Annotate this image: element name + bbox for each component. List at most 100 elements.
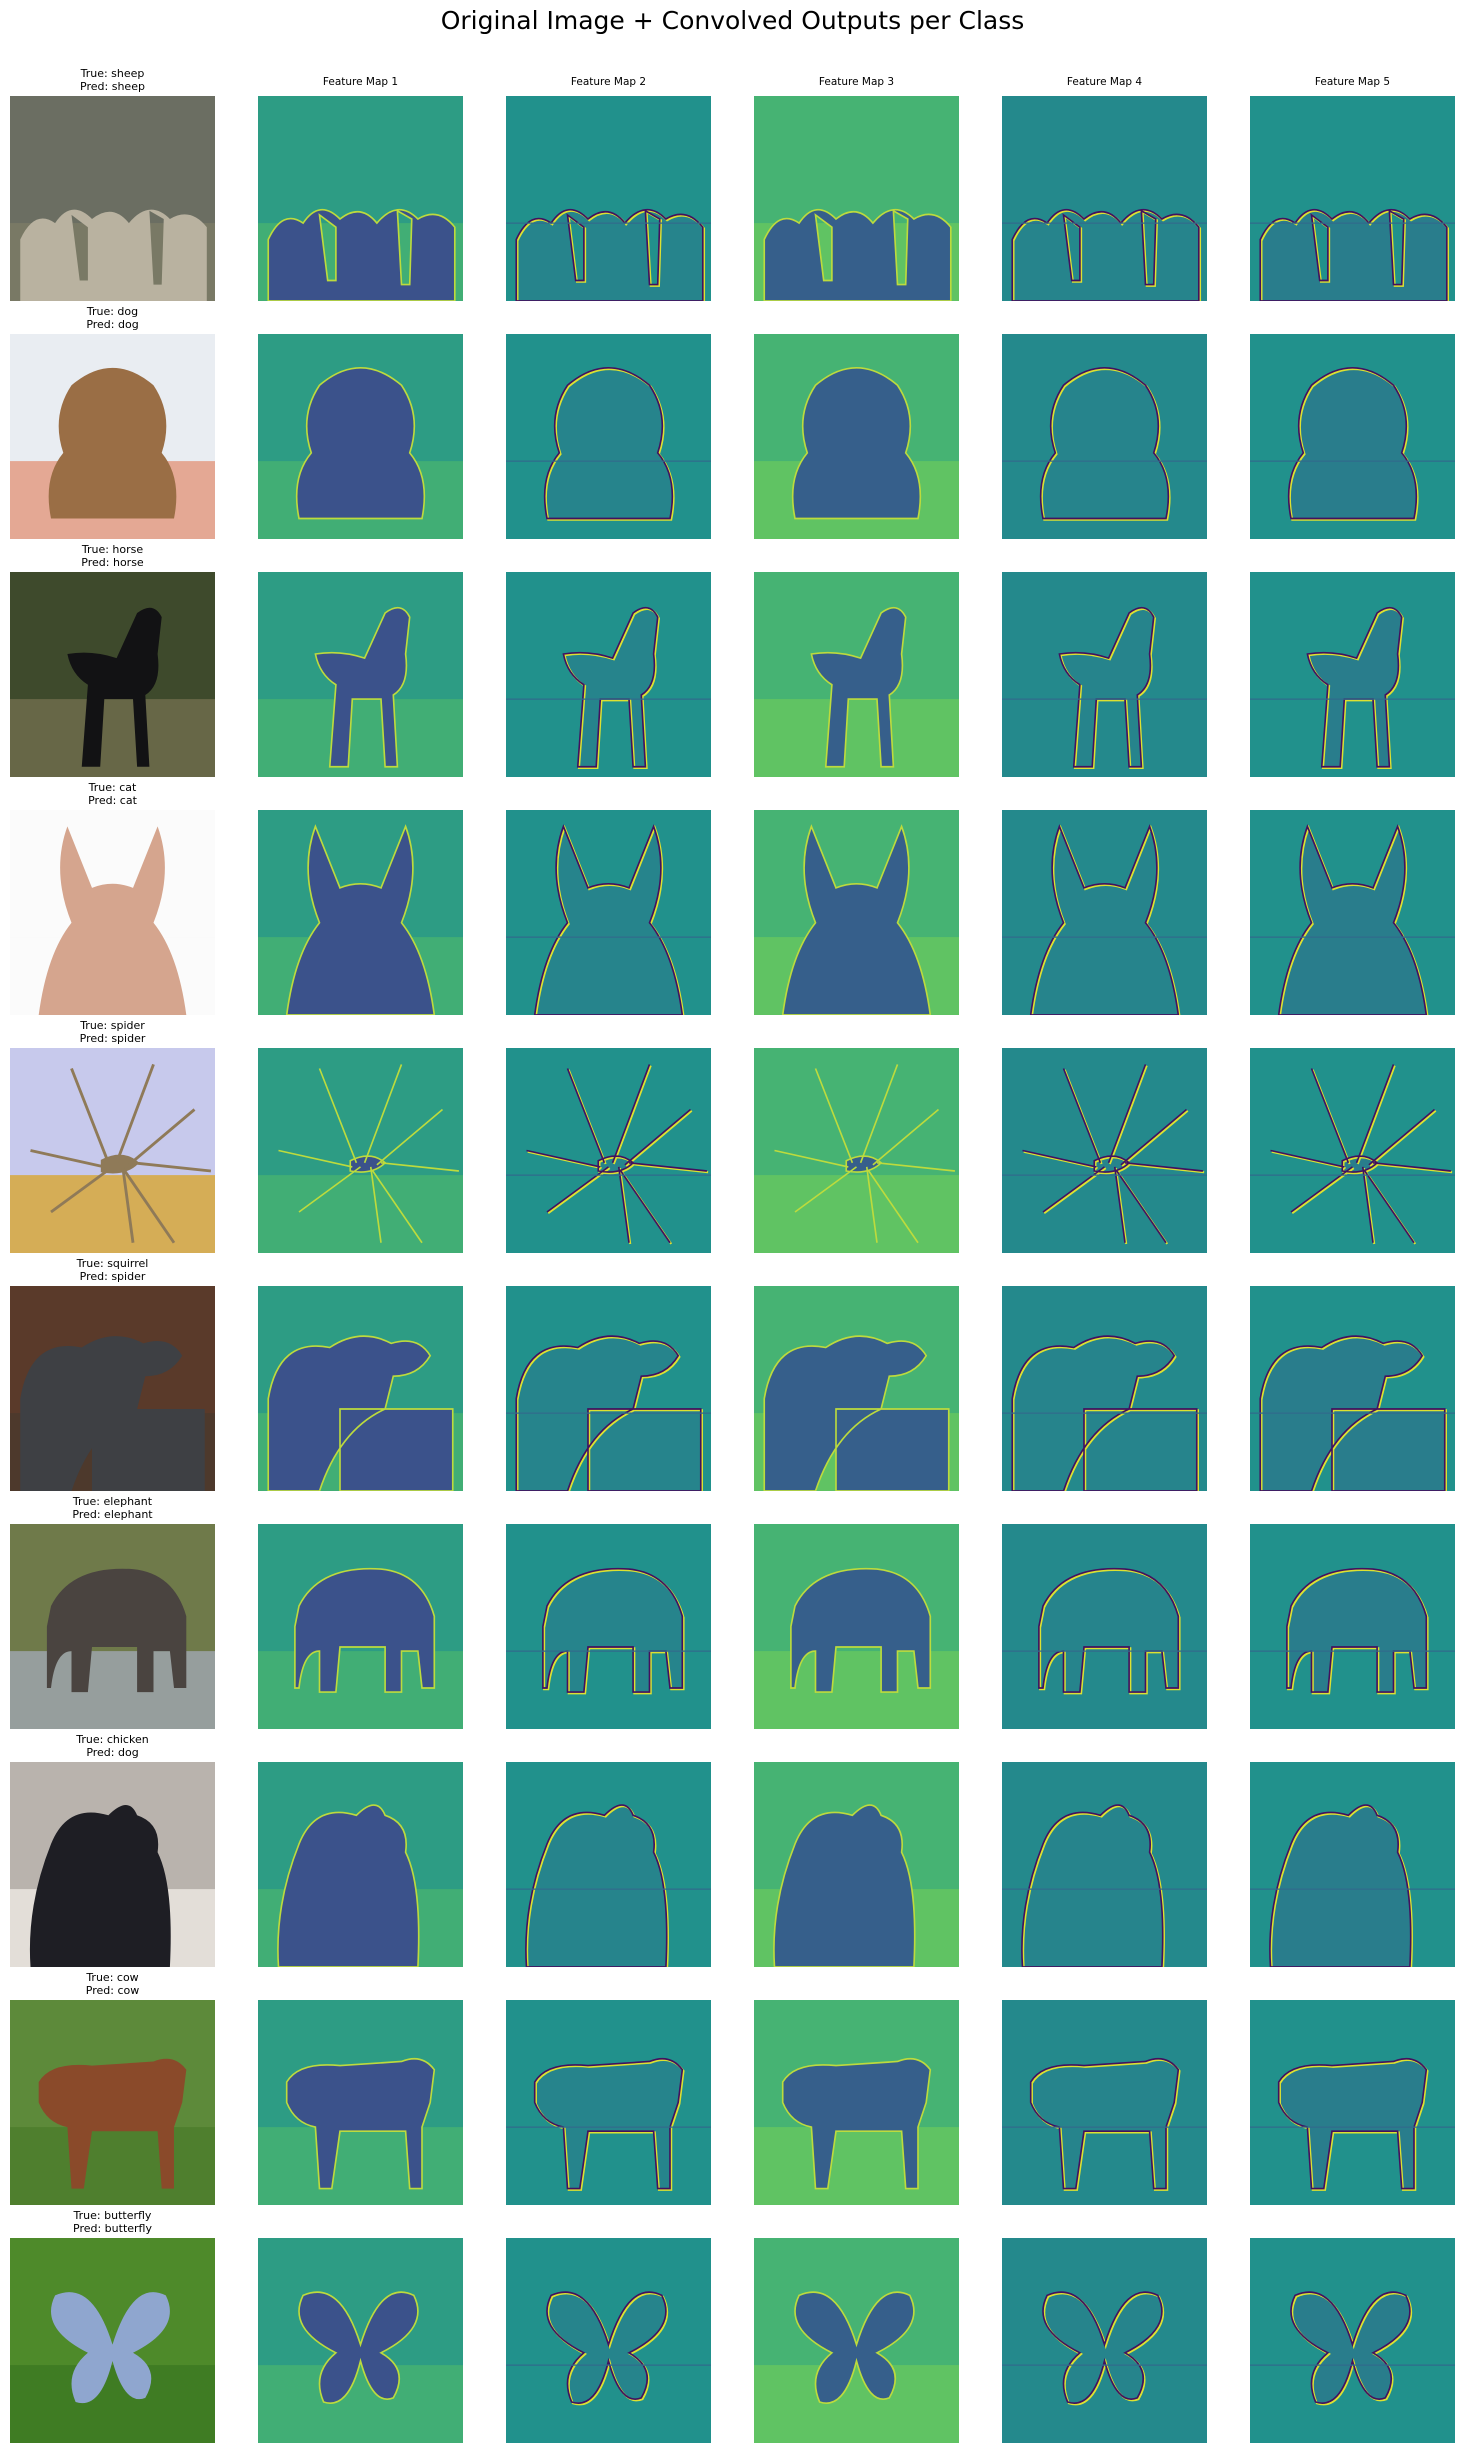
pred-label-butterfly: Pred: butterfly <box>73 2222 152 2235</box>
photo-svg <box>10 810 215 1015</box>
original-image-butterfly <box>10 2238 215 2443</box>
pred-label-chicken: Pred: dog <box>86 1746 139 1759</box>
column-title-feature-map-5: Feature Map 5 <box>1314 76 1391 88</box>
feature-svg <box>1250 1762 1455 1967</box>
feature-map-3-cat <box>754 810 959 1015</box>
feature-ground <box>754 699 959 777</box>
feature-svg <box>258 1048 463 1253</box>
feature-svg <box>1250 334 1455 539</box>
feature-svg <box>754 1286 959 1491</box>
photo-ground <box>10 2127 215 2205</box>
feature-map-5-dog <box>1250 334 1455 539</box>
feature-svg <box>506 572 711 777</box>
photo-ground <box>10 2365 215 2443</box>
feature-svg <box>1002 334 1207 539</box>
feature-svg <box>506 2238 711 2443</box>
feature-map-3-cow <box>754 2000 959 2205</box>
original-image-horse <box>10 572 215 777</box>
pred-label-elephant: Pred: elephant <box>72 1508 153 1521</box>
feature-map-5-elephant <box>1250 1524 1455 1729</box>
feature-edge-highlight <box>1260 209 1450 301</box>
feature-map-2-spider <box>506 1048 711 1253</box>
pred-label-cow: Pred: cow <box>85 1984 140 1997</box>
true-label-cat: True: cat <box>88 781 137 794</box>
feature-map-5-butterfly <box>1250 2238 1455 2443</box>
pred-label-spider: Pred: spider <box>79 1032 146 1045</box>
feature-svg <box>506 1762 711 1967</box>
pred-label-dog: Pred: dog <box>86 318 139 331</box>
feature-svg <box>506 810 711 1015</box>
feature-background <box>1002 1048 1207 1253</box>
feature-svg <box>258 1524 463 1729</box>
feature-subject <box>267 208 456 301</box>
feature-svg <box>754 1048 959 1253</box>
photo-svg <box>10 334 215 539</box>
photo-ground <box>10 699 215 777</box>
figure-title: Original Image + Convolved Outputs per C… <box>440 6 1025 35</box>
feature-map-1-chicken <box>258 1762 463 1967</box>
feature-svg <box>1002 2000 1207 2205</box>
feature-subject <box>267 1335 454 1491</box>
feature-svg <box>754 2238 959 2443</box>
column-title-feature-map-3: Feature Map 3 <box>818 76 895 88</box>
feature-svg <box>1002 1762 1207 1967</box>
feature-edge-highlight <box>516 209 706 301</box>
photo-svg <box>10 1286 215 1491</box>
feature-map-2-squirrel <box>506 1286 711 1491</box>
true-label-horse: True: horse <box>81 543 144 556</box>
feature-svg <box>1002 1524 1207 1729</box>
feature-map-1-cat <box>258 810 463 1015</box>
feature-subject <box>791 367 922 520</box>
photo-svg <box>10 2000 215 2205</box>
feature-map-4-chicken <box>1002 1762 1207 1967</box>
feature-map-4-dog <box>1002 334 1207 539</box>
feature-svg <box>1002 810 1207 1015</box>
original-image-squirrel <box>10 1286 215 1491</box>
feature-map-4-elephant <box>1002 1524 1207 1729</box>
feature-svg <box>754 572 959 777</box>
feature-svg <box>258 2238 463 2443</box>
feature-map-4-cow <box>1002 2000 1207 2205</box>
original-image-spider <box>10 1048 215 1253</box>
feature-map-1-dog <box>258 334 463 539</box>
feature-ground <box>754 2365 959 2443</box>
feature-svg <box>1250 2000 1455 2205</box>
original-image-chicken <box>10 1762 215 1967</box>
feature-svg <box>754 334 959 539</box>
feature-map-2-sheep <box>506 96 711 301</box>
feature-map-4-sheep <box>1002 96 1207 301</box>
feature-map-3-horse <box>754 572 959 777</box>
feature-map-5-cow <box>1250 2000 1455 2205</box>
feature-svg <box>754 1762 959 1967</box>
feature-svg <box>1002 2238 1207 2443</box>
feature-ground <box>754 1175 959 1253</box>
feature-subject <box>295 367 426 520</box>
pred-label-sheep: Pred: sheep <box>80 80 145 93</box>
feature-svg <box>258 1286 463 1491</box>
feature-svg <box>258 1762 463 1967</box>
pred-label-horse: Pred: horse <box>81 556 144 569</box>
feature-map-3-butterfly <box>754 2238 959 2443</box>
feature-edge-highlight <box>1012 209 1202 301</box>
feature-map-4-horse <box>1002 572 1207 777</box>
feature-svg <box>1250 572 1455 777</box>
feature-map-3-dog <box>754 334 959 539</box>
photo-svg <box>10 1762 215 1967</box>
feature-svg <box>506 1524 711 1729</box>
feature-map-5-cat <box>1250 810 1455 1015</box>
feature-background <box>1250 1048 1455 1253</box>
photo-svg <box>10 572 215 777</box>
feature-map-2-butterfly <box>506 2238 711 2443</box>
feature-map-1-sheep <box>258 96 463 301</box>
true-label-sheep: True: sheep <box>80 67 145 80</box>
column-title-feature-map-1: Feature Map 1 <box>322 76 399 88</box>
true-label-squirrel: True: squirrel <box>76 1257 149 1270</box>
feature-svg <box>258 334 463 539</box>
feature-map-1-butterfly <box>258 2238 463 2443</box>
true-label-chicken: True: chicken <box>76 1733 149 1746</box>
feature-map-2-chicken <box>506 1762 711 1967</box>
feature-map-1-squirrel <box>258 1286 463 1491</box>
feature-svg <box>754 2000 959 2205</box>
feature-svg <box>258 2000 463 2205</box>
feature-ground <box>258 2127 463 2205</box>
